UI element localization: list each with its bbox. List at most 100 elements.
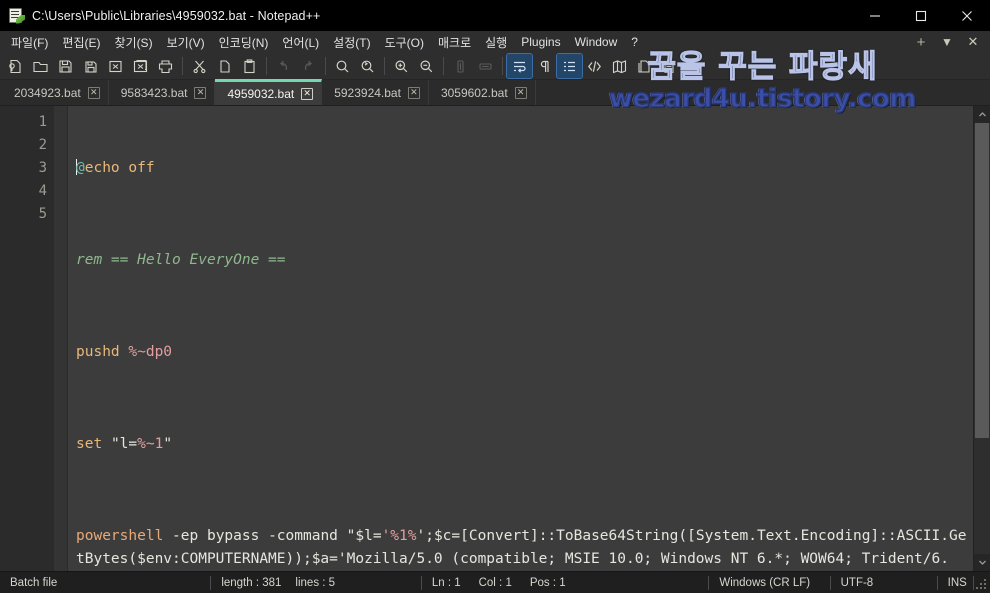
- toolbar-separator: [502, 57, 503, 75]
- status-lines: lines : 5: [295, 576, 336, 589]
- find-icon[interactable]: [330, 54, 355, 78]
- tab-close-icon[interactable]: ✕: [87, 86, 100, 99]
- token-at-symbol: @: [76, 160, 85, 176]
- menu-edit[interactable]: 편집(E): [55, 31, 107, 53]
- open-file-icon[interactable]: [28, 54, 53, 78]
- token-string-close: ": [163, 436, 173, 452]
- menu-tools[interactable]: 도구(O): [378, 31, 431, 53]
- line-number: 1: [38, 114, 47, 130]
- folder-workspace-icon[interactable]: [657, 54, 682, 78]
- minimize-icon[interactable]: [852, 0, 898, 31]
- status-length: length : 381: [221, 576, 282, 589]
- tab-4959032-bat[interactable]: 4959032.bat ✕: [215, 79, 323, 105]
- tab-9583423-bat[interactable]: 9583423.bat ✕: [108, 80, 216, 105]
- line-number: 5: [38, 206, 47, 222]
- menu-view[interactable]: 보기(V): [160, 31, 212, 53]
- menu-settings[interactable]: 설정(T): [326, 31, 377, 53]
- menu-encoding[interactable]: 인코딩(N): [212, 31, 276, 53]
- resize-grip-icon[interactable]: [974, 576, 987, 590]
- sync-vertical-scroll-icon[interactable]: [448, 54, 473, 78]
- status-pos: Pos : 1: [529, 576, 566, 589]
- status-eol[interactable]: Windows (CR LF): [709, 572, 823, 593]
- menu-macro[interactable]: 매크로: [431, 31, 478, 53]
- token-quote-var: "$l=: [346, 528, 382, 544]
- document-map-icon[interactable]: [607, 54, 632, 78]
- undo-icon[interactable]: [271, 54, 296, 78]
- menu-bar-right-controls: + ▼ ✕: [908, 31, 986, 53]
- token-set: set: [76, 436, 103, 452]
- token-variable: %~dp0: [128, 344, 173, 360]
- menu-file[interactable]: 파일(F): [4, 31, 55, 53]
- scroll-up-arrow-icon[interactable]: [974, 106, 990, 123]
- tab-label: 2034923.bat: [14, 85, 81, 100]
- maximize-icon[interactable]: [898, 0, 944, 31]
- token-comment: rem == Hello EveryOne ==: [76, 252, 286, 268]
- window-controls: [852, 0, 990, 31]
- fold-margin[interactable]: [54, 106, 68, 571]
- tab-2034923-bat[interactable]: 2034923.bat ✕: [2, 80, 109, 105]
- menu-search[interactable]: 찾기(S): [107, 31, 159, 53]
- status-col: Col : 1: [478, 576, 512, 589]
- toolbar-separator: [325, 57, 326, 75]
- line-number: 3: [38, 160, 47, 176]
- status-bar: Batch file length : 381 lines : 5 Ln : 1…: [0, 571, 990, 593]
- menu-plugins[interactable]: Plugins: [514, 31, 567, 53]
- close-all-icon[interactable]: [128, 54, 153, 78]
- print-icon[interactable]: [153, 54, 178, 78]
- save-all-icon[interactable]: [78, 54, 103, 78]
- notepadpp-window: C:\Users\Public\Libraries\4959032.bat - …: [0, 0, 990, 593]
- save-icon[interactable]: [53, 54, 78, 78]
- code-line-2: rem == Hello EveryOne ==: [76, 249, 973, 272]
- zoom-in-icon[interactable]: [389, 54, 414, 78]
- word-wrap-icon[interactable]: [506, 53, 533, 79]
- code-line-4: set "l=%~1": [76, 433, 973, 456]
- indent-guide-icon[interactable]: [556, 53, 583, 79]
- redo-icon[interactable]: [296, 54, 321, 78]
- toolbar-separator: [182, 57, 183, 75]
- cut-icon[interactable]: [187, 54, 212, 78]
- tab-3059602-bat[interactable]: 3059602.bat ✕: [428, 80, 536, 105]
- new-file-icon[interactable]: [3, 54, 28, 78]
- menu-help[interactable]: ?: [624, 31, 645, 53]
- tab-close-icon[interactable]: ✕: [301, 87, 314, 100]
- status-ln: Ln : 1: [431, 576, 461, 589]
- toolbar: [0, 53, 990, 80]
- line-number-gutter: 1 2 3 4 5: [0, 106, 54, 571]
- scroll-down-arrow-icon[interactable]: [974, 554, 990, 571]
- close-icon[interactable]: [944, 0, 990, 31]
- tab-close-icon[interactable]: ✕: [407, 86, 420, 99]
- new-tab-plus-icon[interactable]: +: [908, 31, 934, 53]
- token-pushd: pushd: [76, 344, 120, 360]
- close-document-icon[interactable]: ✕: [960, 31, 986, 53]
- token-echo: echo: [84, 160, 120, 176]
- tab-bar: 2034923.bat ✕ 9583423.bat ✕ 4959032.bat …: [0, 79, 990, 106]
- vertical-scrollbar[interactable]: [973, 106, 990, 571]
- code-text-area[interactable]: @echo off rem == Hello EveryOne == pushd…: [68, 106, 973, 571]
- menu-run[interactable]: 실행: [478, 31, 514, 53]
- menu-window[interactable]: Window: [568, 31, 625, 53]
- scrollbar-thumb[interactable]: [975, 123, 989, 438]
- show-tag-icon[interactable]: [582, 54, 607, 78]
- zoom-out-icon[interactable]: [414, 54, 439, 78]
- tab-5923924-bat[interactable]: 5923924.bat ✕: [322, 80, 429, 105]
- code-line-5: powershell -ep bypass -command "$l='%1%'…: [76, 525, 973, 571]
- paste-icon[interactable]: [237, 54, 262, 78]
- toolbar-separator: [384, 57, 385, 75]
- copy-icon[interactable]: [212, 54, 237, 78]
- scrollbar-track[interactable]: [974, 123, 990, 554]
- status-insert-mode[interactable]: INS: [938, 572, 967, 593]
- close-file-icon[interactable]: [103, 54, 128, 78]
- function-list-icon[interactable]: [632, 54, 657, 78]
- menu-language[interactable]: 언어(L): [275, 31, 326, 53]
- sync-horizontal-scroll-icon[interactable]: [473, 54, 498, 78]
- line-number: 2: [38, 137, 47, 153]
- show-all-characters-icon[interactable]: [532, 54, 557, 78]
- chevron-down-icon[interactable]: ▼: [934, 31, 960, 53]
- status-language[interactable]: Batch file: [0, 572, 204, 593]
- token-args: -ep bypass -command: [163, 528, 347, 544]
- status-encoding[interactable]: UTF-8: [831, 572, 931, 593]
- tab-close-icon[interactable]: ✕: [194, 86, 207, 99]
- replace-icon[interactable]: [355, 54, 380, 78]
- toolbar-separator: [443, 57, 444, 75]
- tab-close-icon[interactable]: ✕: [514, 86, 527, 99]
